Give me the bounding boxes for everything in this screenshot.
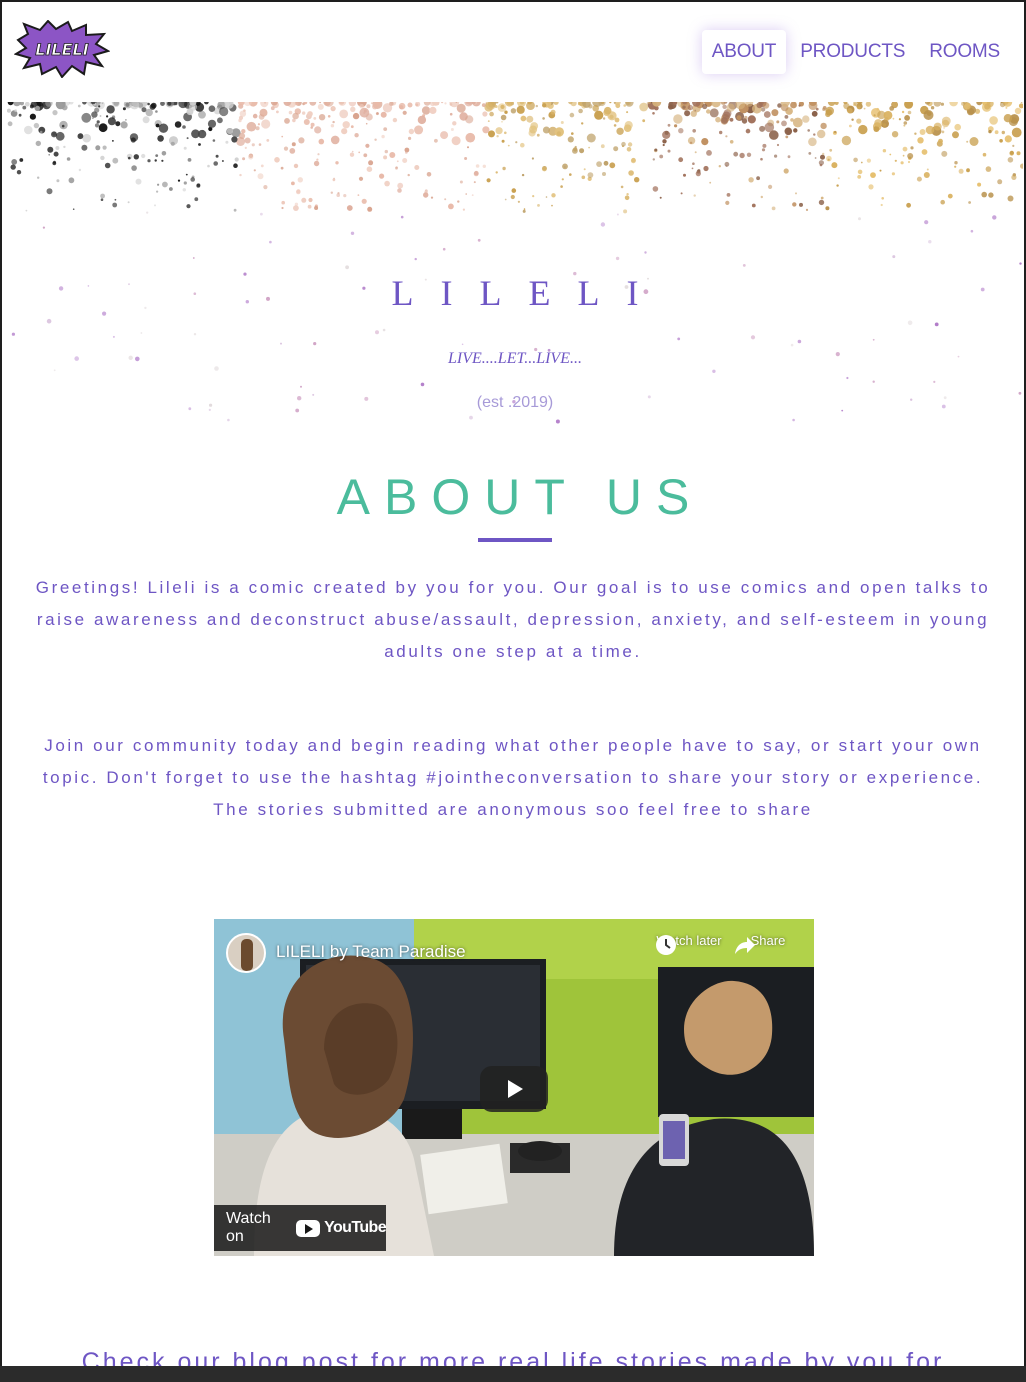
about-paragraph-intro: Greetings! Lileli is a comic created by … [35, 578, 991, 661]
paint-splatter-decoration [7, 102, 1023, 424]
hero-title: LILELI [391, 273, 666, 313]
youtube-wordmark: YouTube [324, 1219, 386, 1236]
hero-tagline: LIVE....LET...LIVE... [448, 350, 582, 367]
main-nav: ABOUT PRODUCTS ROOMS [701, 30, 1010, 74]
nav-rooms[interactable]: ROOMS [919, 30, 1010, 74]
channel-avatar[interactable] [226, 933, 266, 973]
lileli-logo[interactable]: LILELI [13, 19, 111, 79]
about-heading: ABOUT US [336, 469, 704, 525]
youtube-logo: YouTube [296, 1219, 387, 1237]
play-button[interactable] [480, 1066, 548, 1112]
video-title[interactable]: LILELI by Team Paradise [276, 942, 466, 962]
clock-icon [656, 935, 676, 955]
hero-established: (est .2019) [476, 394, 554, 411]
watch-on-youtube-button[interactable]: Watch on YouTube [214, 1205, 387, 1251]
watch-later-button[interactable]: Watch later [654, 933, 724, 955]
hero-banner: LILELI LIVE....LET...LIVE... (est .2019) [7, 102, 1023, 432]
youtube-embed[interactable]: LILELI by Team Paradise Watch later Shar… [214, 919, 814, 1256]
share-arrow-icon [735, 937, 755, 954]
site-header: LILELI ABOUT PRODUCTS ROOMS [2, 2, 1024, 102]
watch-on-label: Watch on [226, 1210, 271, 1245]
share-button[interactable]: Share [733, 933, 803, 954]
nav-about[interactable]: ABOUT [701, 30, 787, 74]
youtube-play-icon [296, 1219, 321, 1237]
page: LILELI ABOUT PRODUCTS ROOMS LILELI LIVE.… [0, 0, 1026, 1382]
about-paragraph-community: Join our community today and begin readi… [42, 736, 984, 819]
nav-products[interactable]: PRODUCTS [790, 30, 915, 74]
svg-text:LILELI: LILELI [35, 40, 88, 59]
horizontal-scrollbar[interactable] [0, 1366, 1026, 1382]
heading-underline [478, 538, 552, 542]
